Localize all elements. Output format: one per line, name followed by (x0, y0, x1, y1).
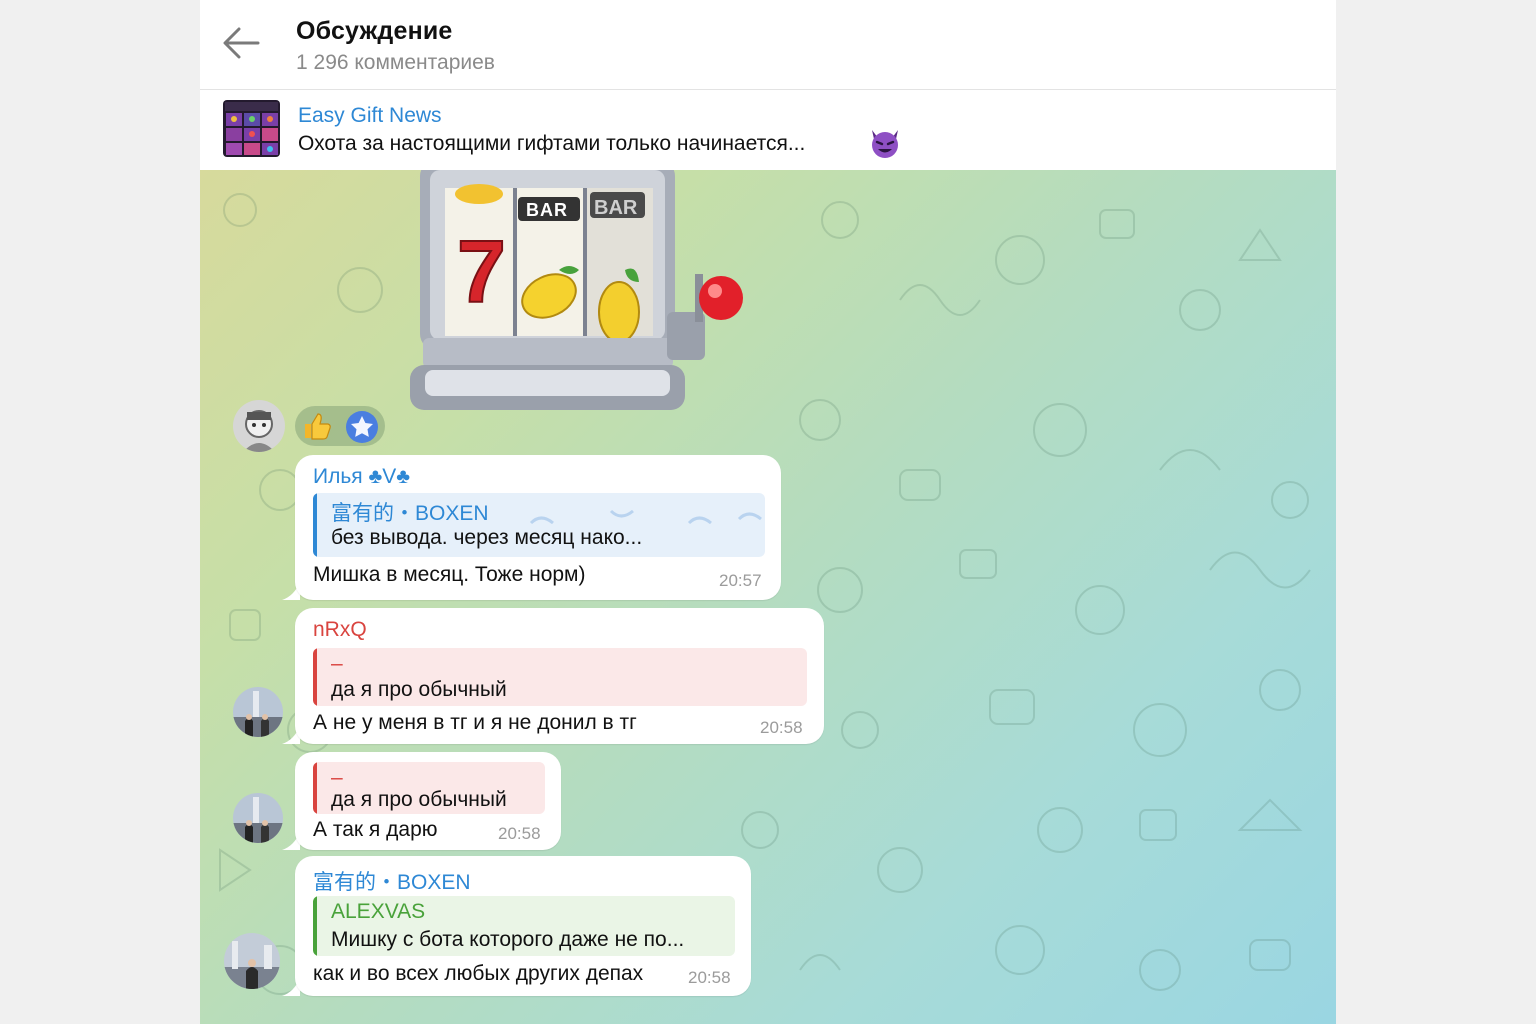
star-icon[interactable] (345, 410, 379, 444)
sender-name[interactable]: nRxQ (313, 618, 367, 642)
message-text: как и во всех любых других депах (313, 962, 644, 985)
pinned-channel-name[interactable]: Easy Gift News (298, 104, 442, 128)
avatar[interactable] (224, 933, 280, 989)
message-bubble[interactable]: Илья ♣V♣ 富有的・BOXEN без вывода. через мес… (295, 455, 781, 600)
reel-2-symbol: BAR (526, 200, 568, 220)
chat-area[interactable]: 7 BAR BAR Илья ♣V♣ 富有的・BOXEN без вывода.… (200, 170, 1336, 1024)
avatar[interactable] (233, 687, 283, 737)
smiling-devil-emoji-icon (872, 130, 898, 158)
page-title: Обсуждение (296, 17, 453, 45)
message-text: А так я дарю (313, 818, 438, 841)
telegram-discussion-window: Обсуждение 1 296 комментариев Easy Gift … (200, 0, 1336, 1024)
quote-text: да я про обычный (331, 678, 507, 701)
avatar[interactable] (233, 793, 283, 843)
decorative-heart-icons (529, 509, 762, 525)
reel-1-symbol: 7 (457, 222, 506, 321)
reply-quote[interactable]: 富有的・BOXEN без вывода. через месяц нако..… (313, 493, 765, 557)
reel-3-symbol: BAR (594, 197, 638, 219)
pinned-message-text: Охота за настоящими гифтами только начин… (298, 132, 806, 155)
comment-count: 1 296 комментариев (296, 51, 495, 74)
message-bubble[interactable]: nRxQ – да я про обычный А не у меня в тг… (295, 608, 824, 744)
quote-text: Мишку с бота которого даже не по... (331, 928, 685, 951)
message-bubble[interactable]: – да я про обычный А так я дарю 20:58 (295, 752, 561, 850)
message-time: 20:58 (760, 718, 803, 737)
quote-text: да я про обычный (331, 788, 507, 811)
message-text: А не у меня в тг и я не донил в тг (313, 711, 637, 734)
quote-bar (313, 762, 317, 814)
channel-thumbnail (223, 100, 280, 157)
sender-name[interactable]: 富有的・BOXEN (313, 866, 471, 896)
quote-author: 富有的・BOXEN (331, 502, 489, 525)
message-time: 20:58 (688, 968, 731, 987)
back-button[interactable] (218, 20, 264, 66)
avatar[interactable] (233, 400, 285, 452)
message-time: 20:57 (719, 571, 762, 590)
quote-author: ALEXVAS (331, 900, 426, 923)
top-bar: Обсуждение 1 296 комментариев (200, 0, 1336, 90)
reply-quote[interactable]: – да я про обычный (313, 648, 807, 706)
quote-bar (313, 493, 317, 557)
message-bubble[interactable]: 富有的・BOXEN ALEXVAS Мишку с бота которого … (295, 856, 751, 996)
message-text: Мишка в месяц. Тоже норм) (313, 563, 586, 586)
reaction-bar (295, 406, 385, 446)
quote-author: – (331, 766, 343, 789)
reply-quote[interactable]: – да я про обычный (313, 762, 545, 814)
quote-bar (313, 648, 317, 706)
thumbs-up-icon[interactable] (301, 410, 333, 442)
sender-name[interactable]: Илья ♣V♣ (313, 465, 410, 489)
slot-machine-sticker[interactable]: 7 BAR BAR (405, 170, 760, 415)
arrow-left-icon (223, 27, 260, 59)
message-time: 20:58 (498, 824, 541, 843)
pinned-post[interactable]: Easy Gift News Охота за настоящими гифта… (200, 90, 1336, 171)
quote-author: – (331, 652, 343, 675)
quote-bar (313, 896, 317, 956)
reply-quote[interactable]: ALEXVAS Мишку с бота которого даже не по… (313, 896, 735, 956)
